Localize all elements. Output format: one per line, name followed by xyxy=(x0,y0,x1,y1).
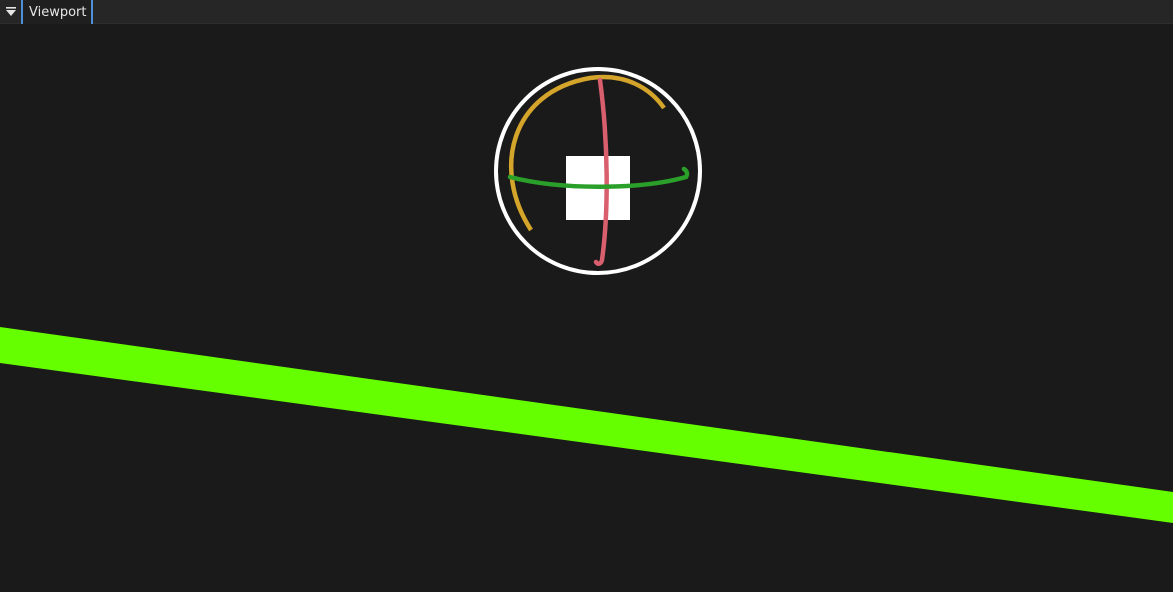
viewport-canvas[interactable] xyxy=(0,24,1173,592)
tab-viewport-label: Viewport xyxy=(29,4,87,20)
dropdown-triangle-icon xyxy=(5,7,16,16)
tab-bar: Viewport xyxy=(0,0,1173,24)
tab-viewport[interactable]: Viewport xyxy=(21,0,93,24)
tab-menu-button[interactable] xyxy=(0,0,21,24)
viewport-scene xyxy=(0,67,1173,523)
ground-plane xyxy=(0,327,1173,523)
